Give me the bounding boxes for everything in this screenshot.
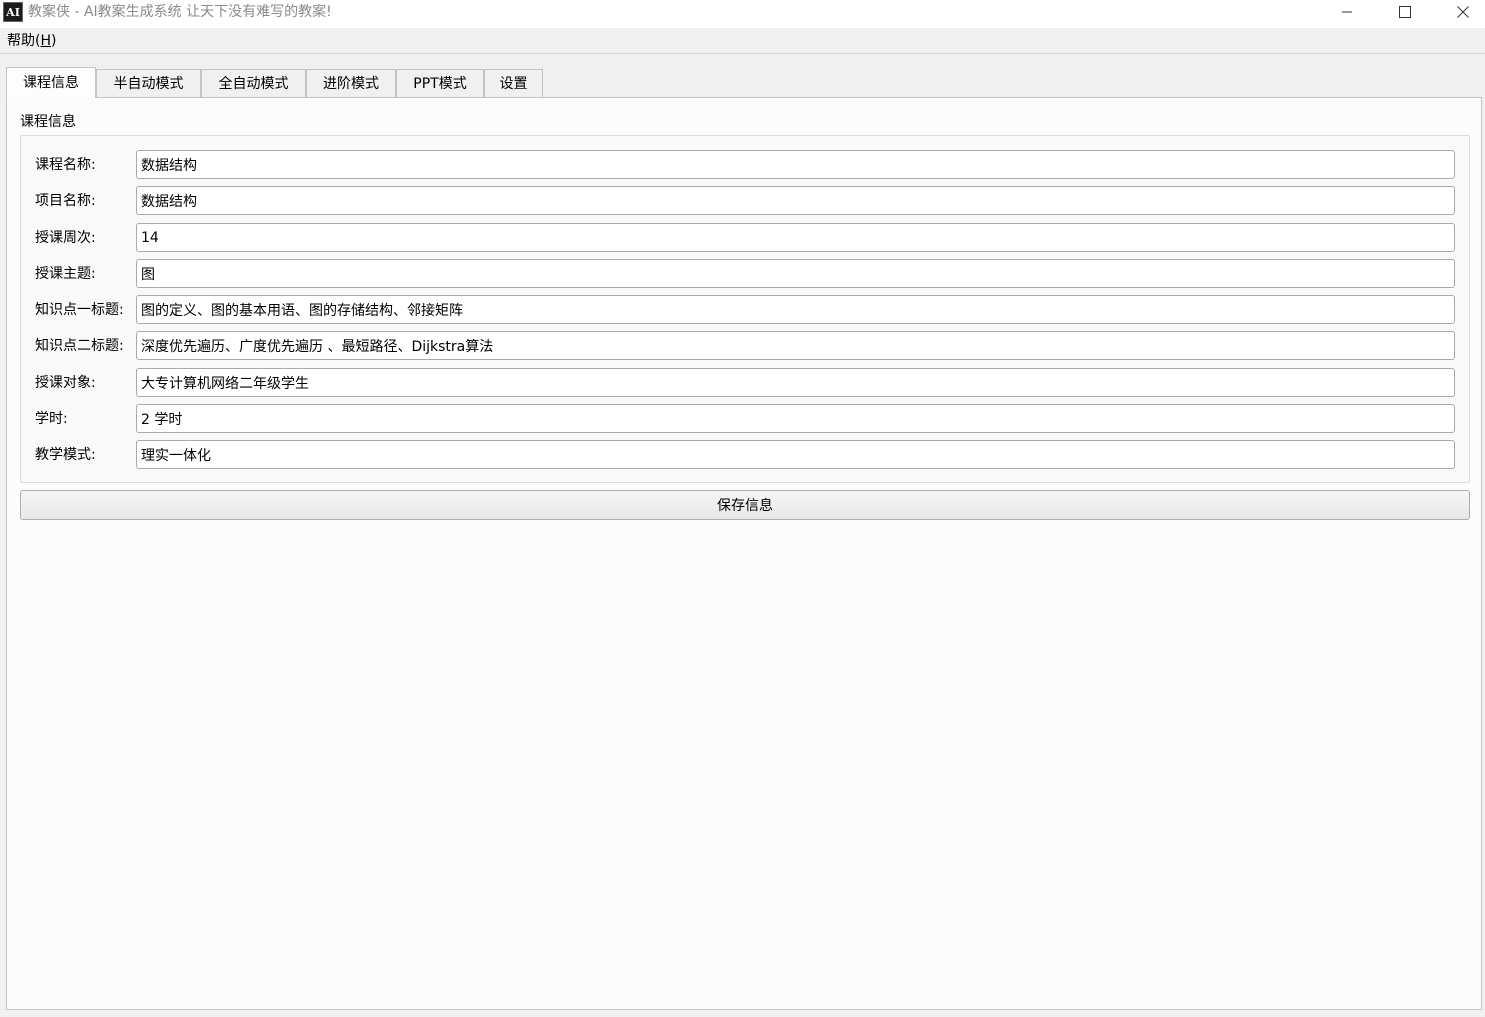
knowledge-2-input[interactable] [136, 331, 1455, 360]
field-row-week: 授课周次: [21, 223, 1469, 253]
field-row-teaching-mode: 教学模式: [21, 440, 1469, 470]
tab-ppt[interactable]: PPT模式 [396, 69, 484, 97]
teaching-mode-input[interactable] [136, 440, 1455, 469]
save-info-button[interactable]: 保存信息 [20, 490, 1470, 520]
week-input[interactable] [136, 223, 1455, 252]
field-row-project-name: 项目名称: [21, 186, 1469, 216]
hours-label: 学时: [35, 411, 68, 427]
field-row-hours: 学时: [21, 404, 1469, 434]
audience-label: 授课对象: [35, 375, 96, 391]
project-name-label: 项目名称: [35, 193, 96, 209]
knowledge-1-label: 知识点一标题: [35, 302, 124, 318]
close-icon [1457, 6, 1469, 18]
menu-bar: 帮助(H) [0, 28, 1485, 54]
minimize-icon [1342, 11, 1352, 13]
tab-course-info[interactable]: 课程信息 [6, 67, 96, 98]
window-title: 教案侠 - AI教案生成系统 让天下没有难写的教案! [28, 4, 332, 20]
hours-input[interactable] [136, 404, 1455, 433]
course-info-panel: 课程信息 课程名称: 项目名称: 授课周次: 授课主题: 知识点一标题: [6, 97, 1482, 1010]
field-row-knowledge-1: 知识点一标题: [21, 295, 1469, 325]
menu-help-label: 帮助( [7, 33, 41, 49]
teaching-mode-label: 教学模式: [35, 447, 96, 463]
app-logo-icon: AI [3, 2, 23, 22]
tab-full-auto[interactable]: 全自动模式 [201, 69, 306, 97]
minimize-button[interactable] [1318, 0, 1376, 24]
tab-advanced[interactable]: 进阶模式 [306, 69, 396, 97]
tab-settings[interactable]: 设置 [484, 69, 543, 97]
tab-bar: 课程信息 半自动模式 全自动模式 进阶模式 PPT模式 设置 [6, 67, 1482, 98]
close-button[interactable] [1434, 0, 1485, 24]
project-name-input[interactable] [136, 186, 1455, 215]
field-row-audience: 授课对象: [21, 368, 1469, 398]
field-row-knowledge-2: 知识点二标题: [21, 331, 1469, 361]
maximize-icon [1399, 6, 1411, 18]
course-name-label: 课程名称: [35, 157, 96, 173]
audience-input[interactable] [136, 368, 1455, 397]
tab-semi-auto[interactable]: 半自动模式 [96, 69, 201, 97]
menu-help[interactable]: 帮助(H) [7, 32, 56, 50]
menu-help-close: ) [51, 33, 57, 49]
course-name-input[interactable] [136, 150, 1455, 179]
group-title: 课程信息 [20, 114, 76, 130]
title-bar: AI 教案侠 - AI教案生成系统 让天下没有难写的教案! [0, 0, 1485, 28]
field-row-course-name: 课程名称: [21, 150, 1469, 180]
week-label: 授课周次: [35, 230, 96, 246]
menu-help-mnemonic: H [40, 33, 51, 49]
course-info-group: 课程名称: 项目名称: 授课周次: 授课主题: 知识点一标题: 知识点二标题: [20, 135, 1470, 483]
knowledge-2-label: 知识点二标题: [35, 338, 124, 354]
field-row-topic: 授课主题: [21, 259, 1469, 289]
topic-label: 授课主题: [35, 266, 96, 282]
topic-input[interactable] [136, 259, 1455, 288]
maximize-button[interactable] [1376, 0, 1434, 24]
app-window: AI 教案侠 - AI教案生成系统 让天下没有难写的教案! 帮助(H) 课程信息… [0, 0, 1485, 1017]
knowledge-1-input[interactable] [136, 295, 1455, 324]
